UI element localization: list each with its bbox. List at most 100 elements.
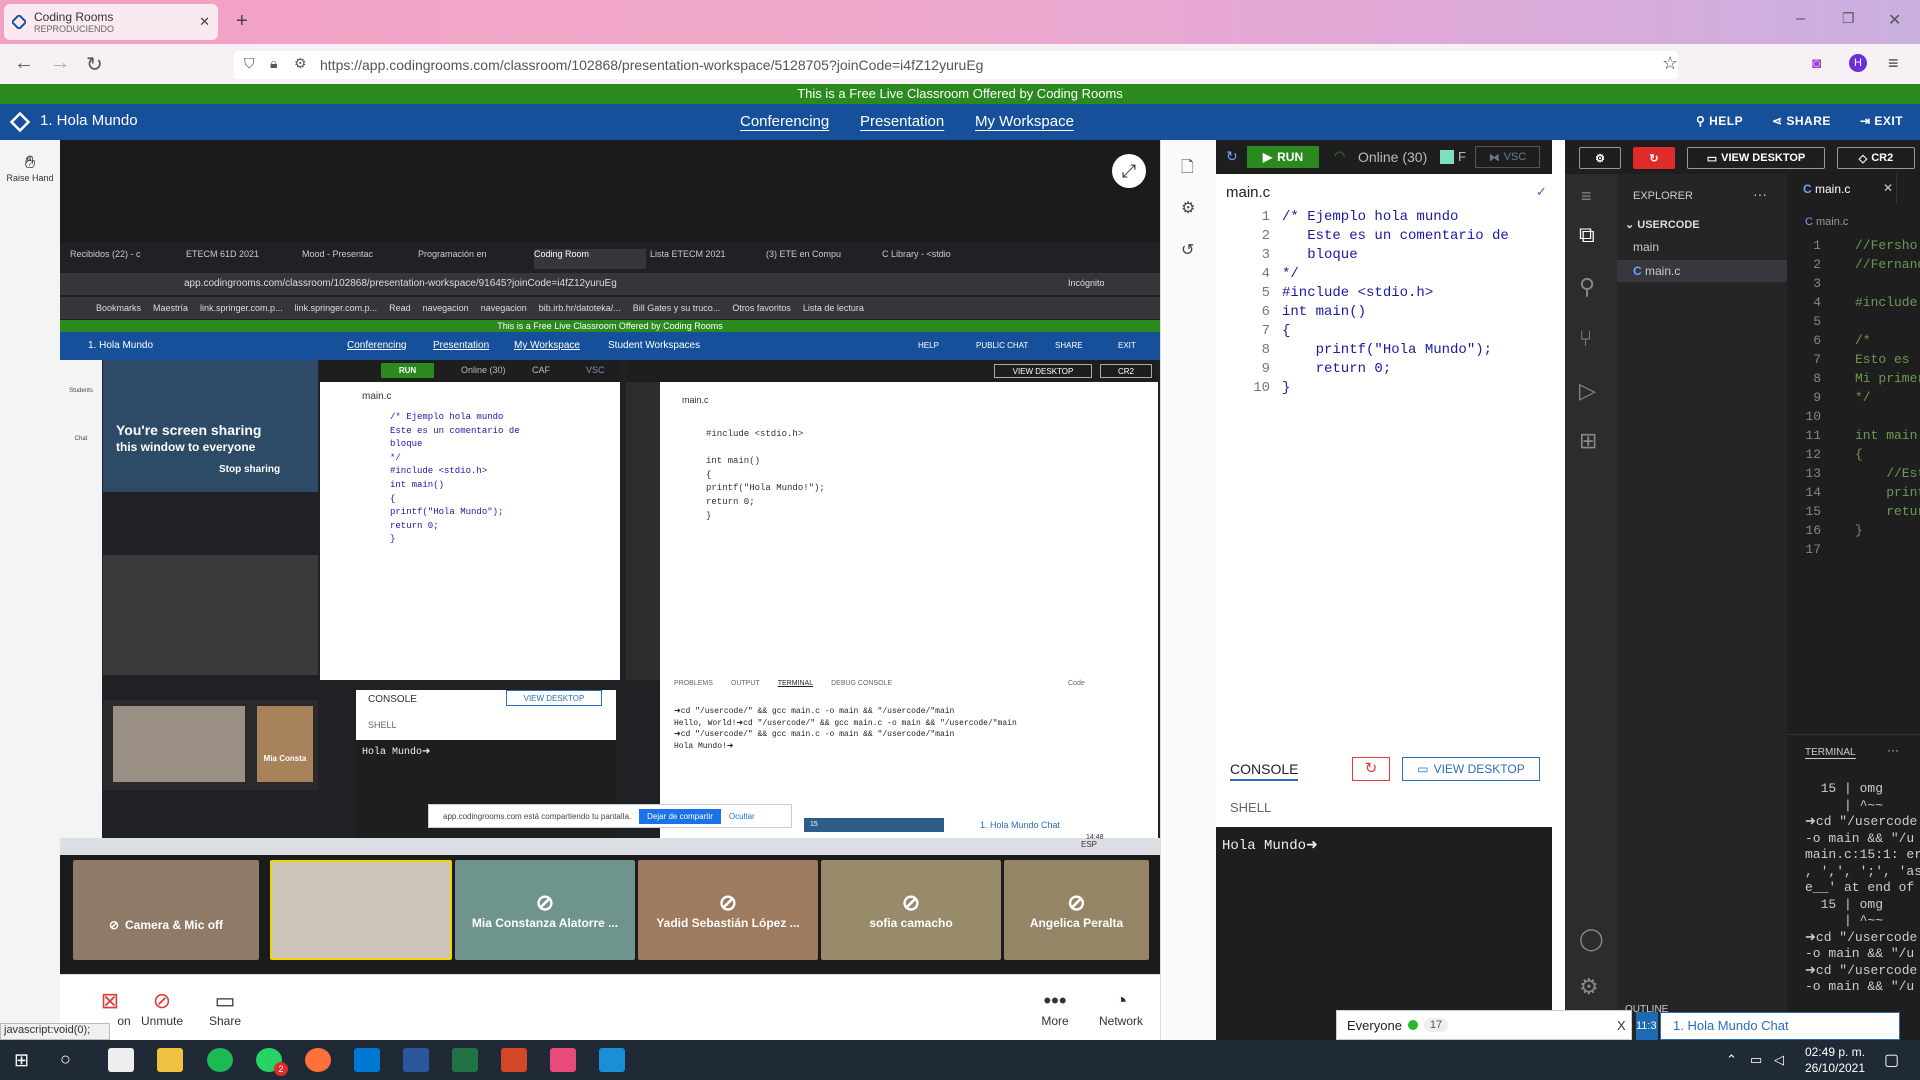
folder-usercode[interactable]: ⌄ USERCODE <box>1625 218 1700 231</box>
shared-vscode-code: #include <stdio.h> int main() { printf("H… <box>706 428 825 537</box>
chat-title[interactable]: 1. Hola Mundo Chat <box>1660 1012 1900 1040</box>
fullscreen-icon[interactable]: ⤢ <box>1112 154 1146 188</box>
participant-tile[interactable]: ⊘ Camera & Mic off <box>73 860 259 960</box>
new-tab-icon[interactable]: + <box>236 10 248 33</box>
tab-close-icon[interactable]: ✕ <box>1883 181 1893 195</box>
pocket-icon[interactable]: ◙ <box>1812 55 1821 72</box>
account-icon[interactable]: H <box>1849 54 1867 72</box>
word-icon[interactable] <box>403 1048 429 1072</box>
explorer-more-icon[interactable]: ··· <box>1753 186 1767 202</box>
view-desktop-button[interactable]: ▭ VIEW DESKTOP <box>1402 757 1540 781</box>
vscode-view-desktop-button[interactable]: ▭ VIEW DESKTOP <box>1687 147 1825 169</box>
participant-tile[interactable]: ⊘ Mia Constanza Alatorre ... <box>455 860 635 960</box>
share-button[interactable]: ⋖ SHARE <box>1772 114 1831 128</box>
shared-terminal-tab: TERMINAL <box>777 680 814 687</box>
history-icon[interactable]: ↺ <box>1181 240 1194 260</box>
minimize-icon[interactable]: – <box>1796 10 1805 28</box>
exit-button[interactable]: ⇥ EXIT <box>1860 114 1903 128</box>
sharing-app-icon[interactable] <box>599 1048 625 1072</box>
windows-start-icon[interactable]: ⊞ <box>14 1050 29 1071</box>
lock-icon[interactable]: 🔒︎ <box>270 55 277 72</box>
store-icon[interactable] <box>108 1048 134 1072</box>
vscode-editor-tab[interactable]: C main.c ✕ <box>1787 174 1897 204</box>
participant-tile[interactable]: ⊘ Angelica Peralta <box>1004 860 1149 960</box>
cr2-button[interactable]: ◇ CR2 <box>1837 147 1915 169</box>
restart-icon[interactable]: ↻ <box>1352 757 1390 781</box>
firefox-icon[interactable] <box>305 1048 331 1072</box>
reload-icon[interactable]: ↻ <box>86 52 103 77</box>
source-control-icon[interactable]: ⑂ <box>1579 326 1592 352</box>
participant-tile[interactable]: ⊘ Yadid Sebastián López ... <box>638 860 818 960</box>
menu-icon[interactable]: ≡ <box>1581 186 1592 207</box>
mail-icon[interactable] <box>354 1048 380 1072</box>
refresh-icon[interactable]: ↻ <box>1226 148 1238 165</box>
cortana-icon[interactable]: ○ <box>60 1049 71 1070</box>
shared-code-line: bloque <box>390 439 423 450</box>
participant-tile-active[interactable] <box>270 860 452 960</box>
restore-icon[interactable]: ❐ <box>1842 10 1855 27</box>
vscode-restart-button[interactable]: ↻ <box>1633 147 1675 169</box>
vscode-code-line: } <box>1855 523 1863 538</box>
active-app-icon[interactable] <box>550 1048 576 1072</box>
raise-hand-button[interactable]: ✋︎ Raise Hand <box>0 152 60 183</box>
tray-clock[interactable]: 02:49 p. m. 26/10/2021 <box>1800 1044 1870 1076</box>
vscode-code[interactable]: //Fersho //Fernand #include /* Esto es Mi p… <box>1855 236 1920 559</box>
forward-icon[interactable]: → <box>50 52 70 75</box>
permissions-icon[interactable]: ⚙ <box>294 55 307 72</box>
powerpoint-icon[interactable] <box>501 1048 527 1072</box>
manage-gear-icon[interactable]: ⚙ <box>1579 974 1599 1000</box>
file-icon[interactable]: 🗋︎ <box>1181 156 1194 183</box>
editor-file-tab[interactable]: main.c <box>1226 184 1270 201</box>
share-screen-button[interactable]: ▭ Share <box>195 988 255 1028</box>
participant-tile[interactable]: ⊘ sofia camacho <box>821 860 1001 960</box>
more-button[interactable]: ••• More <box>1025 988 1085 1028</box>
code-editor[interactable]: main.c ✓ 1 2 3 4 5 6 7 8 9 10 /* Ejemplo hola mun… <box>1216 174 1552 745</box>
online-count[interactable]: Online (30) <box>1358 149 1427 165</box>
window-close-icon[interactable]: ✕ <box>1888 10 1901 30</box>
nav-conferencing[interactable]: Conferencing <box>740 113 829 130</box>
vsc-button[interactable]: ⧓ VSC <box>1475 146 1540 168</box>
excel-icon[interactable] <box>452 1048 478 1072</box>
run-button[interactable]: ▶ RUN <box>1247 146 1319 168</box>
url-field[interactable]: https://app.codingrooms.com/classroom/10… <box>234 51 1678 79</box>
volume-icon[interactable]: ◁ <box>1774 1052 1784 1068</box>
console-tab[interactable]: CONSOLE <box>1230 761 1299 781</box>
chat-close[interactable]: X <box>1617 1018 1626 1033</box>
tray-chevron-icon[interactable]: ⌃ <box>1726 1052 1737 1068</box>
menu-icon[interactable]: ≡ <box>1888 53 1899 74</box>
back-icon[interactable]: ← <box>14 52 34 75</box>
extensions-icon[interactable]: ⊞ <box>1579 428 1597 454</box>
spotify-icon[interactable] <box>207 1048 233 1072</box>
explorer-app-icon[interactable] <box>157 1048 183 1072</box>
vscode-code-line: int main <box>1855 428 1918 443</box>
file-main[interactable]: main <box>1633 240 1659 254</box>
mic-off-icon: ⊘ <box>901 890 921 915</box>
terminal-tab[interactable]: TERMINAL <box>1805 747 1856 759</box>
unmute-button[interactable]: ⊘ Unmute <box>132 988 192 1028</box>
bookmark-star-icon[interactable]: ☆ <box>1662 53 1678 74</box>
account-icon[interactable]: ◯ <box>1579 926 1604 952</box>
network-tray-icon[interactable]: ▭ <box>1750 1052 1762 1068</box>
url-text[interactable]: https://app.codingrooms.com/classroom/10… <box>320 57 983 73</box>
tab-close-icon[interactable]: ✕ <box>199 14 210 30</box>
browser-tab[interactable]: Coding Rooms REPRODUCIENDO ✕ <box>4 4 218 40</box>
nav-my-workspace[interactable]: My Workspace <box>975 113 1074 130</box>
code-line: /* Ejemplo hola mundo <box>1282 209 1459 225</box>
camera-button[interactable]: ⊠ on <box>80 988 140 1028</box>
nav-presentation[interactable]: Presentation <box>860 113 944 130</box>
chat-audience-bar[interactable]: Everyone 17 X <box>1336 1010 1632 1040</box>
notifications-icon[interactable]: ▢ <box>1884 1050 1899 1070</box>
settings-icon[interactable]: ⚙ <box>1181 198 1195 218</box>
vscode-settings-button[interactable]: ⚙ <box>1579 147 1621 169</box>
console-output[interactable]: Hola Mundo➜ <box>1216 827 1552 1040</box>
code-content[interactable]: /* Ejemplo hola mundo Este es un comenta… <box>1282 208 1509 398</box>
run-debug-icon[interactable]: ▷ <box>1579 378 1596 404</box>
search-icon[interactable]: ⚲ <box>1579 274 1595 300</box>
shield-icon[interactable]: ⛉ <box>244 55 255 72</box>
file-main-c-selected[interactable]: C main.c <box>1617 260 1787 282</box>
network-button[interactable]: ◔ Network <box>1091 988 1151 1028</box>
explorer-icon[interactable]: ⧉ <box>1579 222 1595 248</box>
free-classroom-banner: This is a Free Live Classroom Offered by… <box>0 84 1920 104</box>
help-button[interactable]: ⚲ HELP <box>1696 114 1743 128</box>
terminal-more-icon[interactable]: ··· <box>1887 743 1899 757</box>
